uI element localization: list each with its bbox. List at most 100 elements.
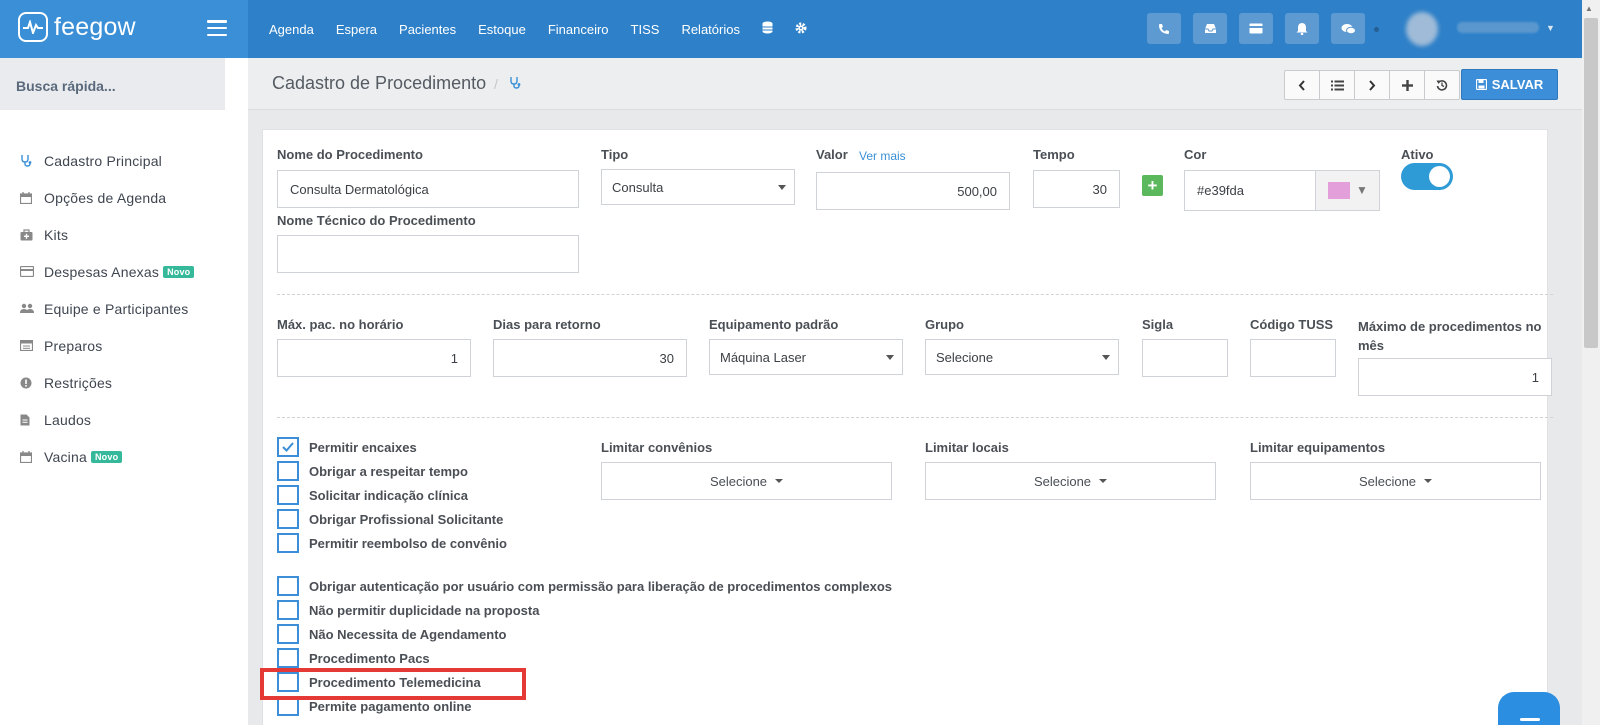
sidebar-item-laudos[interactable]: Laudos [0,401,248,438]
card-icon[interactable] [1239,13,1273,44]
checkbox-obrigar-respeitar-tempo[interactable]: Obrigar a respeitar tempo [277,461,468,481]
nome-tecnico-input[interactable] [277,235,579,273]
dias-retorno-input[interactable]: 30 [493,339,687,377]
history-button[interactable] [1424,70,1460,100]
nav-estoque[interactable]: Estoque [467,22,537,37]
checkbox-permitir-encaixes[interactable]: Permitir encaixes [277,437,417,457]
nome-tecnico-label: Nome Técnico do Procedimento [277,213,476,228]
sidebar-item-kits[interactable]: Kits [0,216,248,253]
dias-retorno-label: Dias para retorno [493,317,601,332]
equipamento-select[interactable]: Máquina Laser [709,339,903,375]
add-button[interactable] [1389,70,1425,100]
valor-label: Valor [816,147,848,162]
limitar-convenios-select[interactable]: Selecione [601,462,892,500]
checkbox-label: Solicitar indicação clínica [309,487,468,503]
sidebar-item-restricoes[interactable]: Restrições [0,364,248,401]
sidebar-item-cadastro-principal[interactable]: Cadastro Principal [0,142,248,179]
caret-down-icon [1424,479,1433,483]
calendar-icon [20,191,44,204]
checkbox[interactable] [277,485,299,505]
nav-espera[interactable]: Espera [325,22,388,37]
sigla-input[interactable] [1142,339,1228,377]
tipo-value: Consulta [612,179,664,195]
caret-down-icon [778,185,786,190]
max-mes-input[interactable]: 1 [1358,358,1552,396]
chat-bubble-icon [1520,718,1540,721]
file-icon [20,414,44,426]
save-button[interactable]: SALVAR [1461,69,1558,100]
nav-pacientes[interactable]: Pacientes [388,22,467,37]
checkbox-label: Permite pagamento online [309,698,472,714]
limitar-locais-select[interactable]: Selecione [925,462,1216,500]
sidebar-item-label: Kits [44,226,69,243]
chat-icon[interactable] [1331,13,1365,44]
checkbox-nao-necessita-agendamento[interactable]: Não Necessita de Agendamento [277,624,506,644]
user-name-blurred[interactable] [1457,22,1539,33]
chat-bubble-button[interactable] [1498,692,1560,725]
phone-icon[interactable] [1147,13,1181,44]
nav-financeiro[interactable]: Financeiro [537,22,620,37]
previous-button[interactable] [1284,70,1320,100]
sidebar-item-label: Restrições [44,374,113,391]
avatar[interactable] [1406,12,1438,46]
users-icon [20,303,44,314]
nome-procedimento-input[interactable]: Consulta Dermatológica [277,170,579,208]
cor-input[interactable]: #e39fda [1184,170,1316,211]
feegow-logo[interactable]: feegow [18,12,136,42]
ativo-toggle[interactable] [1401,163,1453,190]
checkbox[interactable] [277,624,299,644]
grupo-label: Grupo [925,317,964,332]
sidebar-item-despesas-anexas[interactable]: Despesas Anexas Novo [0,253,248,290]
chevron-down-icon[interactable]: ▼ [1546,23,1555,33]
color-picker-button[interactable]: ▼ [1316,170,1380,211]
sidebar-item-opcoes-agenda[interactable]: Opções de Agenda [0,179,248,216]
card-icon [20,266,44,277]
checkbox[interactable] [277,437,299,457]
checkbox[interactable] [277,461,299,481]
next-button[interactable] [1354,70,1390,100]
sidebar-item-preparos[interactable]: Preparos [0,327,248,364]
tempo-input[interactable]: 30 [1033,170,1120,208]
checkbox-obrigar-profissional[interactable]: Obrigar Profissional Solicitante [277,509,503,529]
checkbox[interactable] [277,648,299,668]
checkbox-obrigar-autenticacao[interactable]: Obrigar autenticação por usuário com per… [277,576,892,596]
tipo-select[interactable]: Consulta [601,169,795,205]
caret-down-icon [1102,355,1110,360]
scrollbar-thumb[interactable] [1584,18,1598,348]
checkbox[interactable] [277,600,299,620]
quick-search[interactable]: Busca rápida... [0,58,225,110]
save-label: SALVAR [1491,77,1544,92]
list-view-button[interactable] [1319,70,1355,100]
add-tempo-button[interactable]: + [1142,175,1163,196]
max-pac-input[interactable]: 1 [277,339,471,377]
selecione-text: Selecione [1358,473,1417,489]
hamburger-menu-icon[interactable] [207,20,227,36]
valor-input[interactable]: 500,00 [816,172,1010,210]
checkbox-label: Não permitir duplicidade na proposta [309,602,540,618]
checkbox[interactable] [277,576,299,596]
limitar-equipamentos-select[interactable]: Selecione [1250,462,1541,500]
gear-icon[interactable] [784,22,818,37]
grupo-select[interactable]: Selecione [925,339,1119,375]
nav-tiss[interactable]: TISS [620,22,671,37]
checkbox[interactable] [277,533,299,553]
checkbox-solicitar-indicacao[interactable]: Solicitar indicação clínica [277,485,468,505]
tuss-input[interactable] [1250,339,1336,377]
checkbox-label: Obrigar autenticação por usuário com per… [309,578,893,594]
sidebar-item-equipe[interactable]: Equipe e Participantes [0,290,248,327]
nav-agenda[interactable]: Agenda [258,22,325,37]
checkbox-procedimento-pacs[interactable]: Procedimento Pacs [277,648,430,668]
checkbox-label: Procedimento Pacs [309,650,430,666]
sidebar-item-vacina[interactable]: Vacina Novo [0,438,248,475]
checkbox-nao-permitir-duplicidade[interactable]: Não permitir duplicidade na proposta [277,600,539,620]
inbox-icon[interactable] [1193,13,1227,44]
checkbox-permitir-reembolso[interactable]: Permitir reembolso de convênio [277,533,507,553]
scroll-up-icon[interactable]: ▲ [1585,4,1593,13]
ver-mais-link[interactable]: Ver mais [859,149,906,163]
checkbox[interactable] [277,509,299,529]
bell-icon[interactable] [1285,13,1319,44]
medkit-icon [20,228,44,241]
nav-relatorios[interactable]: Relatórios [670,22,751,37]
max-pac-label: Máx. pac. no horário [277,317,404,332]
database-icon[interactable] [751,21,784,37]
